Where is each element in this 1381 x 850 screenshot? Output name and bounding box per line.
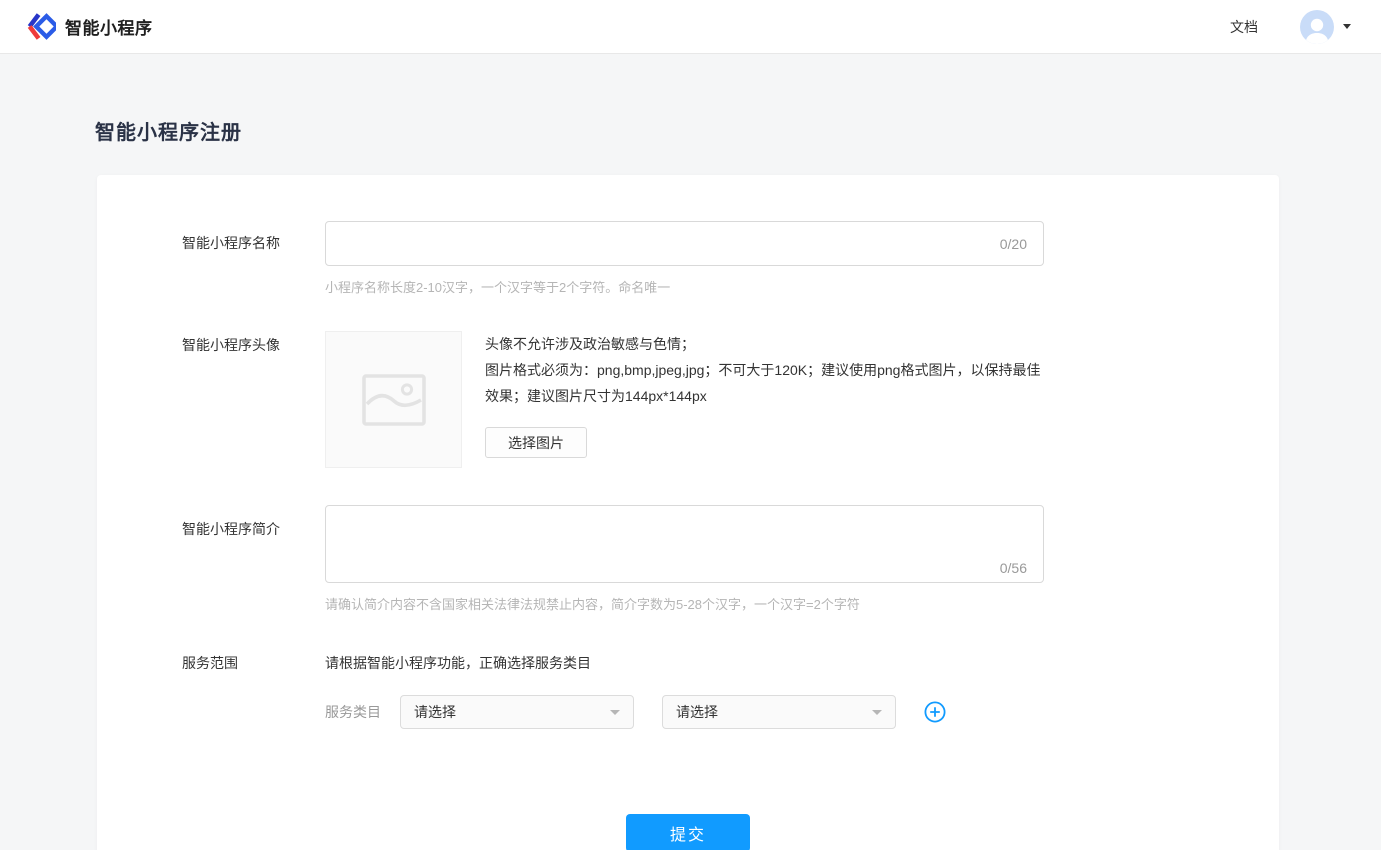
category-select-2-value: 请选择	[676, 702, 718, 722]
app-header: 智能小程序 文档	[0, 0, 1381, 54]
form-row-name: 智能小程序名称 0/20 小程序名称长度2-10汉字，一个汉字等于2个字符。命名…	[97, 221, 1279, 296]
scope-instruction: 请根据智能小程序功能，正确选择服务类目	[325, 649, 946, 673]
submit-button[interactable]: 提交	[626, 814, 750, 850]
avatar-rule-line1: 头像不允许涉及政治敏感与色情；	[485, 331, 1045, 357]
chevron-down-icon	[872, 710, 882, 715]
category-label: 服务类目	[325, 702, 381, 722]
avatar-upload-box[interactable]	[325, 331, 462, 468]
intro-textarea-wrap: 0/56	[325, 505, 1044, 583]
brand-logo-link[interactable]: 智能小程序	[26, 13, 153, 40]
user-avatar[interactable]	[1300, 10, 1334, 44]
name-label: 智能小程序名称	[182, 221, 325, 266]
brand-name: 智能小程序	[65, 14, 153, 39]
chevron-down-icon	[610, 710, 620, 715]
intro-textarea[interactable]	[326, 506, 1043, 558]
form-row-scope: 服务范围 请根据智能小程序功能，正确选择服务类目 服务类目 请选择 请选择	[97, 649, 1279, 729]
category-select-2[interactable]: 请选择	[662, 695, 896, 729]
avatar-rule-line2: 图片格式必须为：png,bmp,jpeg,jpg；不可大于120K；建议使用pn…	[485, 357, 1045, 409]
name-hint: 小程序名称长度2-10汉字，一个汉字等于2个字符。命名唯一	[325, 277, 1044, 296]
category-row: 服务类目 请选择 请选择	[325, 695, 946, 729]
registration-form-card: 智能小程序名称 0/20 小程序名称长度2-10汉字，一个汉字等于2个字符。命名…	[97, 175, 1279, 850]
smart-program-logo-icon	[26, 13, 56, 40]
name-input-wrap: 0/20	[325, 221, 1044, 266]
category-select-1-value: 请选择	[414, 702, 456, 722]
submit-row: 提交	[97, 814, 1279, 850]
page-title: 智能小程序注册	[95, 116, 1381, 145]
person-icon	[1300, 14, 1334, 44]
intro-hint: 请确认简介内容不含国家相关法律法规禁止内容，简介字数为5-28个汉字，一个汉字=…	[325, 594, 1044, 613]
avatar-label: 智能小程序头像	[182, 331, 325, 355]
form-row-intro: 智能小程序简介 0/56 请确认简介内容不含国家相关法律法规禁止内容，简介字数为…	[97, 505, 1279, 613]
intro-label: 智能小程序简介	[182, 505, 325, 552]
image-placeholder-icon	[362, 374, 426, 426]
intro-counter: 0/56	[1000, 560, 1027, 576]
header-right: 文档	[1230, 10, 1351, 44]
user-menu-caret-icon[interactable]	[1343, 24, 1351, 29]
choose-image-button[interactable]: 选择图片	[485, 427, 587, 458]
plus-circle-icon	[924, 701, 946, 723]
docs-link[interactable]: 文档	[1230, 17, 1258, 37]
add-category-button[interactable]	[924, 701, 946, 723]
scope-label: 服务范围	[182, 649, 325, 673]
name-input[interactable]	[326, 222, 1043, 265]
name-counter: 0/20	[1000, 236, 1027, 252]
category-select-1[interactable]: 请选择	[400, 695, 634, 729]
form-row-avatar: 智能小程序头像 头像不允许涉及政治敏感与色情； 图片格式必须为：png,bmp,…	[97, 331, 1279, 468]
